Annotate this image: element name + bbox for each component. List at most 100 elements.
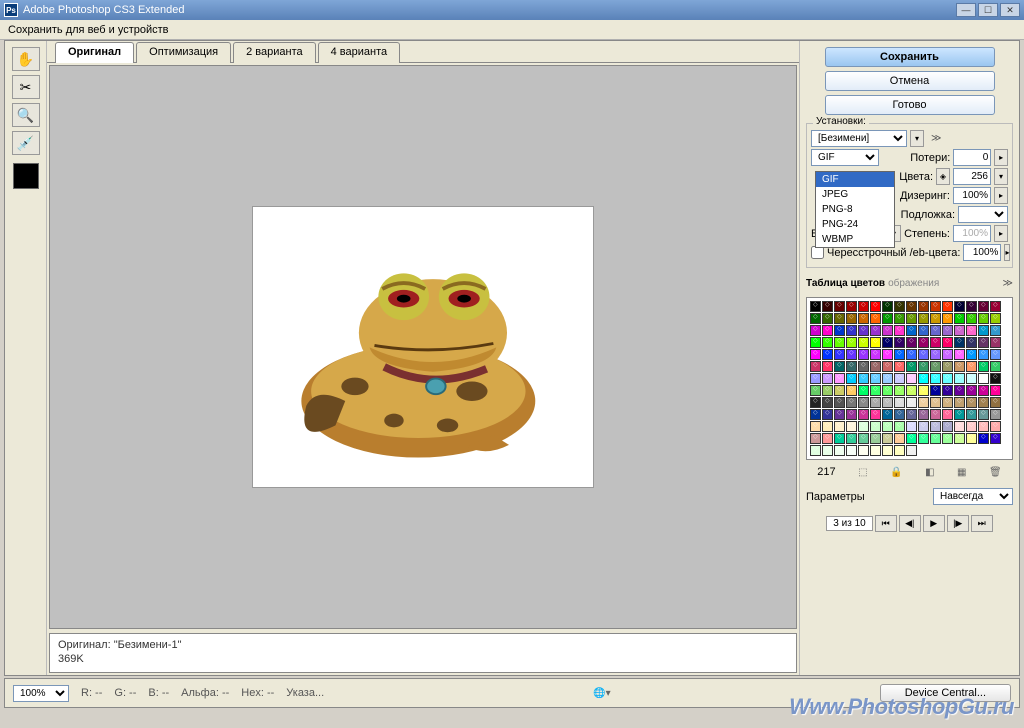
palette-swatch[interactable] <box>954 361 965 372</box>
cancel-button[interactable]: Отмена <box>825 71 995 91</box>
tab-original[interactable]: Оригинал <box>55 42 134 63</box>
palette-swatch[interactable] <box>966 349 977 360</box>
palette-swatch[interactable] <box>882 337 893 348</box>
palette-swatch[interactable] <box>870 361 881 372</box>
palette-swatch[interactable] <box>858 373 869 384</box>
palette-new-icon[interactable]: ▦ <box>957 467 966 478</box>
maximize-button[interactable]: ☐ <box>978 3 998 17</box>
palette-swatch[interactable] <box>906 337 917 348</box>
palette-swatch[interactable] <box>906 385 917 396</box>
palette-swatch[interactable] <box>954 337 965 348</box>
done-button[interactable]: Готово <box>825 95 995 115</box>
palette-swatch[interactable] <box>846 385 857 396</box>
palette-swatch[interactable] <box>966 397 977 408</box>
palette-swatch[interactable] <box>930 409 941 420</box>
palette-swatch[interactable] <box>894 445 905 456</box>
palette-swatch[interactable] <box>894 373 905 384</box>
palette-swatch[interactable] <box>918 409 929 420</box>
palette-swatch[interactable] <box>882 301 893 312</box>
palette-swatch[interactable] <box>834 421 845 432</box>
palette-swatch[interactable] <box>858 409 869 420</box>
palette-swatch[interactable] <box>966 421 977 432</box>
format-option-png8[interactable]: PNG-8 <box>816 202 894 217</box>
first-frame-button[interactable]: ⏮ <box>875 515 897 532</box>
palette-swatch[interactable] <box>942 385 953 396</box>
preset-select[interactable]: [Безимени] <box>811 130 907 147</box>
save-button[interactable]: Сохранить <box>825 47 995 67</box>
palette-swatch[interactable] <box>906 409 917 420</box>
palette-swatch[interactable] <box>810 421 821 432</box>
palette-swatch[interactable] <box>894 361 905 372</box>
palette-swatch[interactable] <box>942 409 953 420</box>
palette-swatch[interactable] <box>906 445 917 456</box>
palette-swatch[interactable] <box>822 409 833 420</box>
palette-swatch[interactable] <box>882 325 893 336</box>
palette-swatch[interactable] <box>858 421 869 432</box>
tab-optimized[interactable]: Оптимизация <box>136 42 231 63</box>
foreground-color-swatch[interactable] <box>13 163 39 189</box>
palette-swatch[interactable] <box>810 433 821 444</box>
palette-swatch[interactable] <box>870 349 881 360</box>
palette-swatch[interactable] <box>894 385 905 396</box>
palette-swatch[interactable] <box>870 409 881 420</box>
palette-swatch[interactable] <box>858 349 869 360</box>
palette-swatch[interactable] <box>894 313 905 324</box>
palette-swatch[interactable] <box>834 301 845 312</box>
format-option-wbmp[interactable]: WBMP <box>816 232 894 247</box>
palette-swatch[interactable] <box>846 421 857 432</box>
palette-swatch[interactable] <box>906 325 917 336</box>
palette-swatch[interactable] <box>870 313 881 324</box>
palette-swatch[interactable] <box>882 433 893 444</box>
palette-swatch[interactable] <box>966 337 977 348</box>
palette-swatch[interactable] <box>810 301 821 312</box>
palette-swatch[interactable] <box>882 349 893 360</box>
palette-swatch[interactable] <box>822 325 833 336</box>
palette-swatch[interactable] <box>870 397 881 408</box>
palette-swatch[interactable] <box>822 301 833 312</box>
palette-swatch[interactable] <box>894 349 905 360</box>
palette-swatch[interactable] <box>870 301 881 312</box>
palette-swatch[interactable] <box>822 397 833 408</box>
palette-swatch[interactable] <box>858 325 869 336</box>
palette-swatch[interactable] <box>846 313 857 324</box>
palette-swatch[interactable] <box>834 409 845 420</box>
palette-swatch[interactable] <box>954 397 965 408</box>
palette-swatch[interactable] <box>870 433 881 444</box>
palette-swatch[interactable] <box>978 325 989 336</box>
slice-tool[interactable]: ✂ <box>12 75 40 99</box>
palette-swatch[interactable] <box>870 385 881 396</box>
palette-swatch[interactable] <box>858 313 869 324</box>
palette-swatch[interactable] <box>906 397 917 408</box>
palette-swatch[interactable] <box>882 421 893 432</box>
palette-swatch[interactable] <box>858 337 869 348</box>
palette-swatch[interactable] <box>834 373 845 384</box>
palette-swatch[interactable] <box>954 373 965 384</box>
palette-swatch[interactable] <box>810 397 821 408</box>
palette-swatch[interactable] <box>822 313 833 324</box>
palette-swatch[interactable] <box>834 349 845 360</box>
palette-swatch[interactable] <box>978 361 989 372</box>
colors-stepper[interactable]: ▾ <box>994 168 1008 185</box>
palette-swatch[interactable] <box>810 337 821 348</box>
palette-sort-icon[interactable]: ⬚ <box>858 467 867 478</box>
lossy-input[interactable] <box>953 149 991 166</box>
palette-swatch[interactable] <box>906 301 917 312</box>
palette-swatch[interactable] <box>834 445 845 456</box>
palette-swatch[interactable] <box>966 361 977 372</box>
hand-tool[interactable]: ✋ <box>12 47 40 71</box>
palette-swatch[interactable] <box>966 325 977 336</box>
palette-swatch[interactable] <box>942 433 953 444</box>
amount-stepper[interactable]: ▸ <box>994 225 1008 242</box>
palette-swatch[interactable] <box>870 421 881 432</box>
palette-swatch[interactable] <box>990 433 1001 444</box>
palette-swatch[interactable] <box>810 373 821 384</box>
palette-swatch[interactable] <box>846 301 857 312</box>
palette-swatch[interactable] <box>882 373 893 384</box>
palette-swatch[interactable] <box>918 433 929 444</box>
palette-swatch[interactable] <box>942 373 953 384</box>
palette-swatch[interactable] <box>942 325 953 336</box>
palette-swatch[interactable] <box>870 373 881 384</box>
palette-swatch[interactable] <box>858 433 869 444</box>
palette-swatch[interactable] <box>882 397 893 408</box>
palette-swatch[interactable] <box>846 409 857 420</box>
